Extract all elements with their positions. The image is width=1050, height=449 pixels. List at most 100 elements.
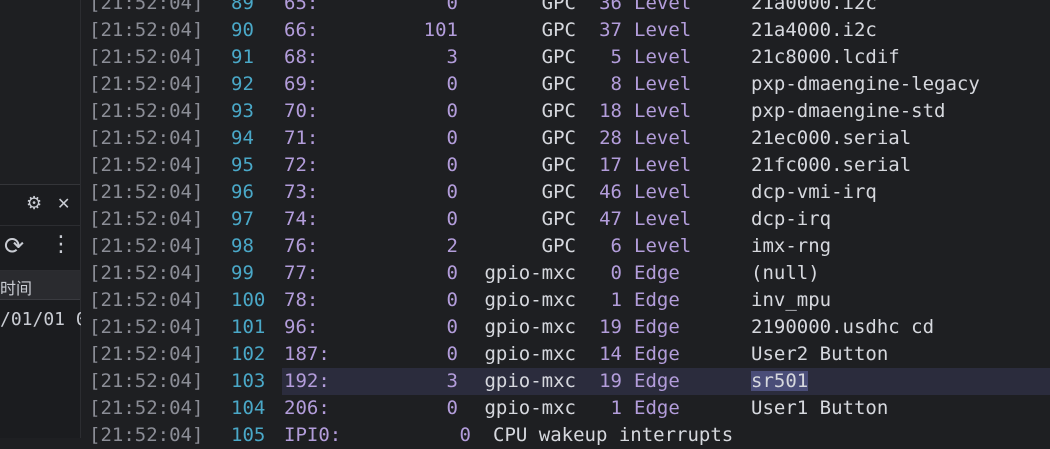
irq-number: 65:: [284, 0, 319, 14]
irq-type: Level: [634, 19, 692, 41]
irq-controller: GPC: [541, 127, 576, 149]
irq-controller: GPC: [541, 208, 576, 230]
irq-name: 2190000.usdhc cd: [751, 316, 935, 338]
terminal-line: [21:52:04] 91 68: 3 GPC 5 Level 21c8000.lcdif: [81, 44, 1050, 71]
line-number: 99: [231, 262, 254, 284]
column-header-time[interactable]: 时间: [0, 271, 80, 300]
hw-irq: 28: [599, 127, 622, 149]
more-icon[interactable]: ⋮: [50, 232, 72, 257]
irq-number: 72:: [284, 154, 319, 176]
timestamp: [21:52:04]: [89, 0, 204, 14]
irq-controller: gpio-mxc: [484, 289, 576, 311]
terminal-line: [21:52:04] 99 77: 0 gpio-mxc 0 Edge (null): [81, 260, 1050, 287]
line-number: 97: [231, 208, 254, 230]
hw-irq: 17: [599, 154, 622, 176]
irq-number: 96:: [284, 316, 319, 338]
timestamp: [21:52:04]: [89, 289, 204, 311]
irq-controller: GPC: [541, 73, 576, 95]
irq-count: 0: [446, 289, 458, 311]
irq-number: 76:: [284, 235, 319, 257]
irq-name: dcp-vmi-irq: [751, 181, 877, 203]
irq-controller: CPU wakeup interrupts: [493, 424, 734, 446]
hw-irq: 1: [610, 289, 622, 311]
timestamp: [21:52:04]: [89, 100, 204, 122]
irq-type: Edge: [634, 262, 680, 284]
irq-name: dcp-irq: [751, 208, 832, 230]
terminal-line: [21:52:04] 93 70: 0 GPC 18 Level pxp-dmaengine-…: [81, 98, 1050, 125]
side-toolbar: ⚙ ✕: [0, 185, 80, 226]
irq-type: Edge: [634, 316, 680, 338]
side-toolbar-secondary: ⟳ ⋮: [0, 226, 80, 271]
irq-type: Level: [634, 100, 692, 122]
side-panel: ⚙ ✕ ⟳ ⋮ 时间 /01/01 0: [0, 0, 87, 438]
terminal-line: [21:52:04] 95 72: 0 GPC 17 Level 21fc000.serial: [81, 152, 1050, 179]
irq-type: Level: [634, 46, 692, 68]
irq-name: sr501: [751, 370, 809, 392]
timestamp: [21:52:04]: [89, 181, 204, 203]
line-number: 93: [231, 100, 254, 122]
hw-irq: 46: [599, 181, 622, 203]
timestamp: [21:52:04]: [89, 262, 204, 284]
irq-controller: gpio-mxc: [484, 397, 576, 419]
irq-number: 70:: [284, 100, 319, 122]
line-number: 90: [231, 19, 254, 41]
irq-name: pxp-dmaengine-std: [751, 100, 946, 122]
irq-type: Level: [634, 235, 692, 257]
timestamp: [21:52:04]: [89, 424, 204, 446]
irq-count: 2: [446, 235, 458, 257]
timestamp: [21:52:04]: [89, 127, 204, 149]
irq-type: Level: [634, 73, 692, 95]
line-number: 101: [231, 316, 266, 338]
irq-type: Level: [634, 181, 692, 203]
irq-number: 192:: [284, 370, 330, 392]
column-header-label: 时间: [0, 279, 33, 298]
timestamp: [21:52:04]: [89, 19, 204, 41]
refresh-icon[interactable]: ⟳: [4, 232, 24, 260]
hw-irq: 0: [610, 262, 622, 284]
irq-type: Edge: [634, 343, 680, 365]
irq-controller: gpio-mxc: [484, 316, 576, 338]
timestamp: [21:52:04]: [89, 343, 204, 365]
line-number: 104: [231, 397, 266, 419]
timestamp: [21:52:04]: [89, 235, 204, 257]
irq-type: Edge: [634, 397, 680, 419]
irq-count: 0: [446, 154, 458, 176]
close-icon[interactable]: ✕: [57, 194, 70, 213]
irq-number: 187:: [284, 343, 330, 365]
irq-controller: gpio-mxc: [484, 343, 576, 365]
timestamp: [21:52:04]: [89, 397, 204, 419]
irq-count: 0: [446, 0, 458, 14]
irq-type: Level: [634, 154, 692, 176]
hw-irq: 14: [599, 343, 622, 365]
irq-controller: GPC: [541, 46, 576, 68]
date-cell: /01/01 0: [0, 309, 87, 330]
irq-count: 3: [446, 370, 458, 392]
irq-count: 0: [446, 208, 458, 230]
irq-name: 21c8000.lcdif: [751, 46, 900, 68]
irq-controller: gpio-mxc: [484, 262, 576, 284]
hw-irq: 19: [599, 370, 622, 392]
irq-name: pxp-dmaengine-legacy: [751, 73, 980, 95]
terminal-output[interactable]: [21:52:04] 89 65: 0 GPC 36 Level 21a0000.i2c [21…: [81, 0, 1050, 445]
irq-count: 0: [446, 73, 458, 95]
hw-irq: 36: [599, 0, 622, 14]
irq-name: User2 Button: [751, 343, 889, 365]
irq-count: 0: [459, 424, 471, 446]
irq-name: 21a4000.i2c: [751, 19, 877, 41]
gear-icon[interactable]: ⚙: [26, 193, 42, 214]
irq-controller: GPC: [541, 181, 576, 203]
hw-irq: 18: [599, 100, 622, 122]
line-number: 105: [231, 424, 266, 446]
terminal-line: [21:52:04] 97 74: 0 GPC 47 Level dcp-irq: [81, 206, 1050, 233]
timestamp: [21:52:04]: [89, 208, 204, 230]
irq-count: 0: [446, 343, 458, 365]
irq-count: 0: [446, 181, 458, 203]
irq-name: imx-rng: [751, 235, 832, 257]
irq-name: 21fc000.serial: [751, 154, 912, 176]
line-number: 92: [231, 73, 254, 95]
hw-irq: 37: [599, 19, 622, 41]
irq-number: 68:: [284, 46, 319, 68]
irq-type: Edge: [634, 370, 680, 392]
timestamp: [21:52:04]: [89, 154, 204, 176]
terminal-line: [21:52:04] 101 96: 0 gpio-mxc 19 Edge 2190000.u…: [81, 314, 1050, 341]
